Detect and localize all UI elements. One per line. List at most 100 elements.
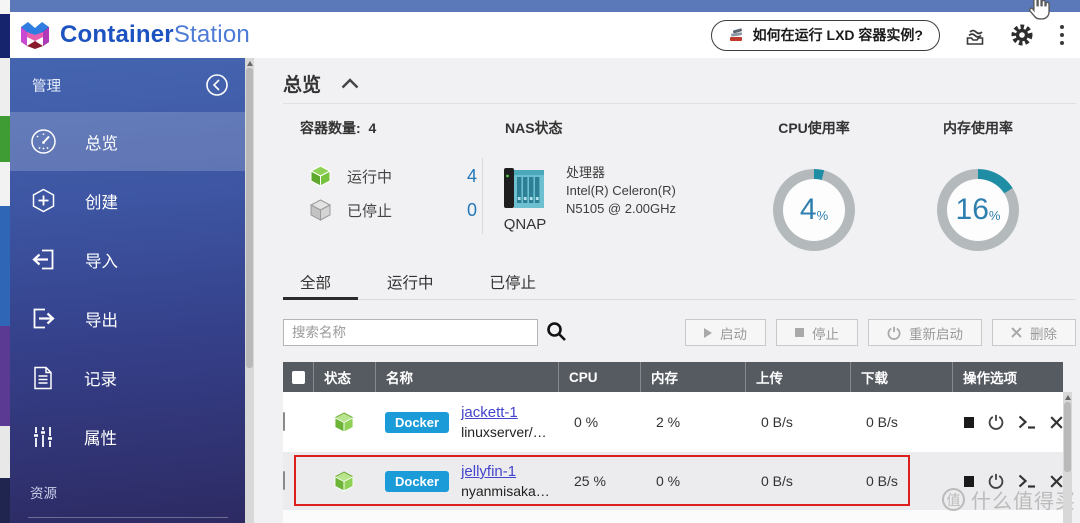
stopped-cube-icon: [310, 199, 331, 221]
select-all-checkbox[interactable]: [292, 371, 305, 384]
sidebar-divider: [28, 517, 228, 518]
table-row-jackett: Docker jackett-1 linuxserver/… 0 % 2 % 0…: [283, 392, 1063, 452]
nas-device-icon: [500, 164, 548, 212]
sidebar-scrollbar[interactable]: [245, 58, 254, 523]
row-checkbox[interactable]: [283, 471, 285, 490]
row-close-button[interactable]: [1050, 416, 1063, 429]
x-icon: [1011, 327, 1022, 338]
processor-model-line2: N5105 @ 2.00GHz: [566, 200, 676, 218]
container-count-value: 4: [368, 120, 376, 136]
download-value: 0 B/s: [850, 473, 952, 489]
upload-value: 0 B/s: [745, 414, 850, 430]
delete-button[interactable]: 删除: [992, 319, 1076, 346]
container-station-logo-icon: [18, 20, 52, 50]
gear-icon: [1010, 23, 1034, 47]
stopped-count-row: 已停止 0: [310, 199, 477, 221]
scroll-up-arrow-icon[interactable]: [1065, 395, 1071, 400]
tab-running[interactable]: 运行中: [387, 271, 434, 301]
x-icon: [1050, 416, 1063, 429]
nas-model-name: QNAP: [498, 216, 552, 233]
settings-button[interactable]: [1010, 23, 1034, 47]
scrollbar-thumb[interactable]: [246, 68, 253, 368]
stop-button[interactable]: 停止: [776, 319, 858, 346]
search-icon[interactable]: [546, 321, 567, 342]
sidebar-item-label: 记录: [84, 366, 117, 390]
main-content: 总览 容器数量: 4 运行中 4 已停止: [254, 58, 1080, 523]
memory-usage-unit: %: [989, 208, 1001, 223]
column-status: 状态: [313, 362, 375, 392]
memory-usage-title: 内存使用率: [898, 118, 1058, 138]
running-count-row: 运行中 4: [310, 165, 477, 187]
sidebar-collapse-button[interactable]: [205, 73, 229, 97]
cpu-usage-title: CPU使用率: [734, 118, 894, 138]
tab-baseline: [283, 299, 1076, 300]
play-icon: [704, 328, 712, 338]
import-icon: [30, 246, 57, 273]
guide-icon: [728, 28, 745, 43]
search-input[interactable]: [283, 319, 538, 346]
row-checkbox[interactable]: [283, 412, 285, 431]
sidebar-item-logs[interactable]: 记录: [10, 348, 245, 407]
watermark-text: 什么值得买: [971, 485, 1076, 514]
power-icon: [887, 326, 901, 340]
sidebar-item-label: 导出: [85, 307, 118, 331]
memory-usage-gauge: 16 %: [937, 169, 1019, 251]
sidebar-item-create[interactable]: 创建: [10, 171, 245, 230]
sidebar-item-import[interactable]: 导入: [10, 230, 245, 289]
stop-icon: [795, 328, 804, 337]
cpu-usage-unit: %: [817, 208, 829, 223]
row-terminal-button[interactable]: [1018, 415, 1036, 429]
container-image: nyanmisaka…: [461, 483, 550, 499]
download-value: 0 B/s: [850, 414, 952, 430]
row-power-button[interactable]: [988, 414, 1004, 430]
row-stop-button[interactable]: [964, 417, 974, 428]
nas-status-label: NAS状态: [505, 118, 563, 138]
watermark: 值 什么值得买: [942, 485, 1076, 514]
power-icon: [988, 414, 1004, 430]
column-name: 名称: [375, 362, 558, 392]
column-download: 下载: [850, 362, 952, 392]
sidebar-item-label: 导入: [85, 248, 118, 272]
lxd-help-button[interactable]: 如何在运行 LXD 容器实例?: [711, 20, 940, 51]
upload-value: 0 B/s: [745, 473, 850, 489]
container-link[interactable]: jackett-1: [461, 404, 518, 421]
memory-usage-value: 16: [956, 193, 989, 227]
restart-button[interactable]: 重新启动: [868, 319, 982, 346]
header-actions: 如何在运行 LXD 容器实例?: [711, 20, 1066, 51]
running-value: 4: [451, 166, 477, 187]
sidebar-item-export[interactable]: 导出: [10, 289, 245, 348]
column-memory: 内存: [640, 362, 745, 392]
collapse-panel-chevron-up-icon[interactable]: [341, 78, 359, 89]
tab-stopped[interactable]: 已停止: [490, 271, 537, 301]
active-tab-underline: [283, 297, 358, 300]
sidebar-item-label: 属性: [84, 425, 117, 449]
container-action-buttons: 启动 停止 重新启动 删除: [685, 319, 1076, 346]
gauge-icon: [30, 128, 57, 155]
cpu-value: 25 %: [558, 473, 640, 489]
start-button[interactable]: 启动: [685, 319, 766, 346]
resource-usage-button[interactable]: [964, 24, 986, 46]
table-scrollbar[interactable]: [1063, 392, 1072, 523]
memory-value: 2 %: [640, 414, 745, 430]
scroll-up-arrow-icon[interactable]: [247, 61, 253, 66]
container-count-label: 容器数量: 4: [300, 118, 376, 138]
running-cube-icon: [334, 471, 354, 492]
stopped-value: 0: [451, 200, 477, 221]
container-link[interactable]: jellyfin-1: [461, 463, 516, 480]
sidebar-item-overview[interactable]: 总览: [10, 112, 245, 171]
more-menu-button[interactable]: [1058, 23, 1066, 47]
running-cube-icon: [310, 165, 331, 187]
sidebar-item-properties[interactable]: 属性: [10, 407, 245, 466]
running-cube-icon: [334, 412, 354, 433]
docker-badge: Docker: [385, 412, 449, 433]
background-strip: [0, 0, 10, 523]
processor-info: 处理器 Intel(R) Celeron(R) N5105 @ 2.00GHz: [566, 164, 676, 218]
scrollbar-thumb[interactable]: [1064, 402, 1071, 472]
cpu-usage-gauge: 4 %: [773, 169, 855, 251]
stopped-label: 已停止: [347, 200, 435, 221]
app-title: ContainerStation: [60, 21, 250, 49]
create-icon: [30, 187, 57, 214]
window-top-bar: [10, 0, 1080, 12]
terminal-icon: [1018, 415, 1036, 429]
sidebar-item-label: 创建: [85, 189, 118, 213]
